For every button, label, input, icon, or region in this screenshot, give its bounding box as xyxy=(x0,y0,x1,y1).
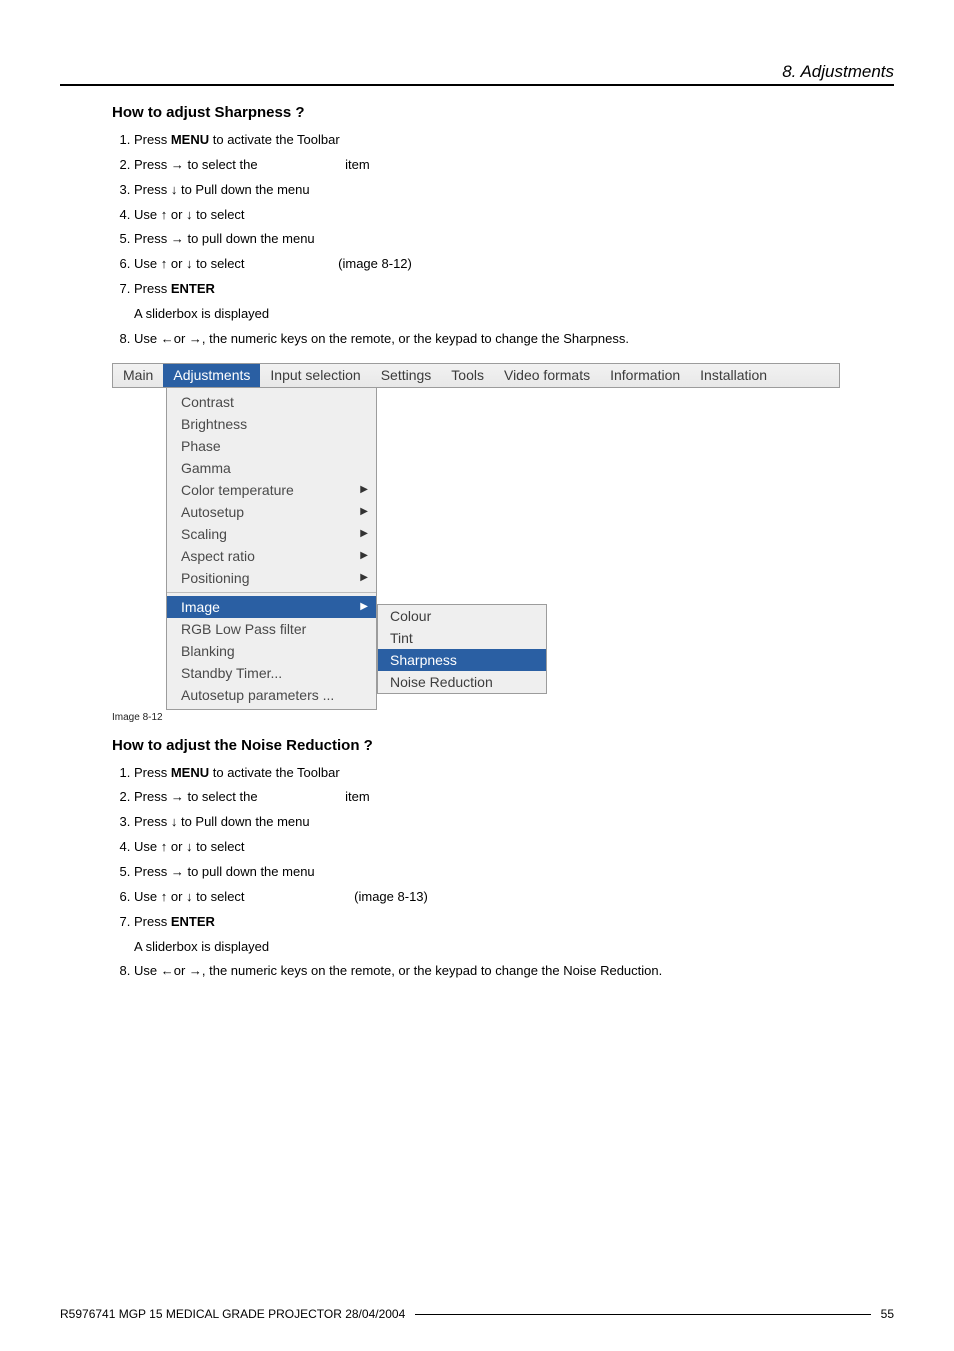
dropdown-item[interactable]: Contrast xyxy=(167,391,376,413)
image-caption: Image 8-12 xyxy=(112,712,894,723)
step: Press → to select the item xyxy=(134,156,894,175)
step: Press ENTER A sliderbox is displayed xyxy=(134,280,894,324)
footer-rule xyxy=(415,1314,870,1315)
dropdown-item-label: RGB Low Pass filter xyxy=(181,621,306,637)
dropdown-item-label: Autosetup parameters ... xyxy=(181,687,334,703)
dropdown-item[interactable]: Brightness xyxy=(167,413,376,435)
dropdown-item[interactable]: Blanking xyxy=(167,640,376,662)
submenu-item[interactable]: Tint xyxy=(378,627,546,649)
submenu-arrow-icon: ▶ xyxy=(360,484,368,495)
menubar: MainAdjustmentsInput selectionSettingsTo… xyxy=(112,363,840,388)
dropdown-item[interactable]: Autosetup ▶ xyxy=(167,501,376,523)
dropdown-item-label: Standby Timer... xyxy=(181,665,282,681)
submenu-arrow-icon: ▶ xyxy=(360,506,368,517)
dropdown-item[interactable]: Standby Timer... xyxy=(167,662,376,684)
document-page: 8. Adjustments How to adjust Sharpness ?… xyxy=(0,0,954,1351)
page-content: How to adjust Sharpness ? Press MENU to … xyxy=(60,104,894,981)
dropdown-item-label: Contrast xyxy=(181,394,234,410)
dropdown-item[interactable]: Positioning ▶ xyxy=(167,567,376,589)
step: Use ←or →, the numeric keys on the remot… xyxy=(134,962,894,981)
submenu-arrow-icon: ▶ xyxy=(360,550,368,561)
submenu-item[interactable]: Sharpness xyxy=(378,649,546,671)
dropdown-item[interactable]: RGB Low Pass filter xyxy=(167,618,376,640)
dropdown-item-label: Brightness xyxy=(181,416,247,432)
dropdown-item-label: Aspect ratio xyxy=(181,548,255,564)
dropdown-item[interactable]: Color temperature ▶ xyxy=(167,479,376,501)
submenu-arrow-icon: ▶ xyxy=(360,528,368,539)
submenu-item[interactable]: Noise Reduction xyxy=(378,671,546,693)
submenu-item[interactable]: Colour xyxy=(378,605,546,627)
menubar-item[interactable]: Tools xyxy=(441,364,494,387)
menubar-item[interactable]: Video formats xyxy=(494,364,600,387)
dropdown-item[interactable]: Gamma xyxy=(167,457,376,479)
page-header: 8. Adjustments xyxy=(60,62,894,86)
step: Press ↓ to Pull down the menu xyxy=(134,181,894,200)
dropdown-item-label: Phase xyxy=(181,438,221,454)
menubar-item[interactable]: Adjustments xyxy=(163,364,260,387)
step: Use ↑ or ↓ to select xyxy=(134,838,894,857)
menu-body: Contrast Brightness Phase Gamma Color temper… xyxy=(112,388,840,710)
step: Press → to select the item xyxy=(134,788,894,807)
step-sub: A sliderbox is displayed xyxy=(134,938,894,957)
page-number: 55 xyxy=(881,1307,894,1321)
dropdown-item-label: Scaling xyxy=(181,526,227,542)
dropdown-item-label: Color temperature xyxy=(181,482,294,498)
step: Use ↑ or ↓ to select (image 8-13) xyxy=(134,888,894,907)
steps-sharpness: Press MENU to activate the Toolbar Press… xyxy=(112,131,894,349)
dropdown-item[interactable]: Aspect ratio ▶ xyxy=(167,545,376,567)
section-title: 8. Adjustments xyxy=(60,62,894,82)
menu-screenshot: MainAdjustmentsInput selectionSettingsTo… xyxy=(112,363,840,710)
heading-sharpness: How to adjust Sharpness ? xyxy=(112,104,894,121)
submenu-arrow-icon: ▶ xyxy=(360,601,368,612)
step: Use ↑ or ↓ to select (image 8-12) xyxy=(134,255,894,274)
step: Press → to pull down the menu xyxy=(134,863,894,882)
step: Use ↑ or ↓ to select xyxy=(134,206,894,225)
step-sub: A sliderbox is displayed xyxy=(134,305,894,324)
dropdown-item-label: Positioning xyxy=(181,570,250,586)
dropdown-menu: Contrast Brightness Phase Gamma Color temper… xyxy=(166,388,377,710)
menubar-item[interactable]: Installation xyxy=(690,364,777,387)
submenu-arrow-icon: ▶ xyxy=(360,572,368,583)
dropdown-item[interactable]: Autosetup parameters ... xyxy=(167,684,376,706)
step: Press ↓ to Pull down the menu xyxy=(134,813,894,832)
menubar-item[interactable]: Settings xyxy=(371,364,442,387)
dropdown-item[interactable]: Image ▶ xyxy=(167,596,376,618)
step: Press ENTER A sliderbox is displayed xyxy=(134,913,894,957)
steps-noise: Press MENU to activate the Toolbar Press… xyxy=(112,764,894,982)
submenu: ColourTintSharpnessNoise Reduction xyxy=(377,604,547,694)
dropdown-item-label: Gamma xyxy=(181,460,231,476)
dropdown-item-label: Autosetup xyxy=(181,504,244,520)
footer-text: R5976741 MGP 15 MEDICAL GRADE PROJECTOR … xyxy=(60,1307,405,1321)
menubar-item[interactable]: Information xyxy=(600,364,690,387)
heading-noise: How to adjust the Noise Reduction ? xyxy=(112,737,894,754)
dropdown-item-label: Blanking xyxy=(181,643,235,659)
page-footer: R5976741 MGP 15 MEDICAL GRADE PROJECTOR … xyxy=(60,1307,894,1321)
dropdown-item-label: Image xyxy=(181,599,220,615)
step: Press → to pull down the menu xyxy=(134,230,894,249)
menubar-item[interactable]: Input selection xyxy=(260,364,370,387)
dropdown-item[interactable]: Phase xyxy=(167,435,376,457)
menubar-item[interactable]: Main xyxy=(113,364,163,387)
step: Press MENU to activate the Toolbar xyxy=(134,131,894,150)
dropdown-item[interactable]: Scaling ▶ xyxy=(167,523,376,545)
step: Press MENU to activate the Toolbar xyxy=(134,764,894,783)
step: Use ←or →, the numeric keys on the remot… xyxy=(134,330,894,349)
